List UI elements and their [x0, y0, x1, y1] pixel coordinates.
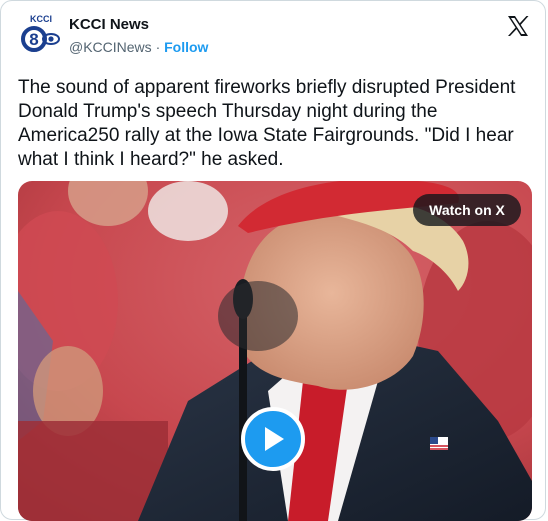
kcci-avatar[interactable]: KCCI 8 [19, 13, 63, 57]
tweet-card: KCCI 8 KCCI News @KCCINews · Follow The … [0, 0, 546, 521]
account-name[interactable]: KCCI News [69, 16, 149, 33]
handle-row: @KCCINews · Follow [69, 39, 208, 55]
kcci-logo-icon: KCCI 8 [21, 14, 60, 52]
play-button[interactable] [241, 407, 305, 471]
tweet-text: The sound of apparent fireworks briefly … [18, 77, 516, 170]
play-icon [265, 427, 284, 451]
watch-on-x-button[interactable]: Watch on X [413, 194, 521, 226]
kcci-logo-text: KCCI [30, 14, 52, 24]
separator-dot: · [155, 39, 161, 55]
svg-text:8: 8 [29, 30, 38, 49]
follow-button[interactable]: Follow [164, 39, 208, 55]
x-logo-icon[interactable] [505, 13, 531, 39]
account-handle[interactable]: @KCCINews [69, 39, 152, 55]
